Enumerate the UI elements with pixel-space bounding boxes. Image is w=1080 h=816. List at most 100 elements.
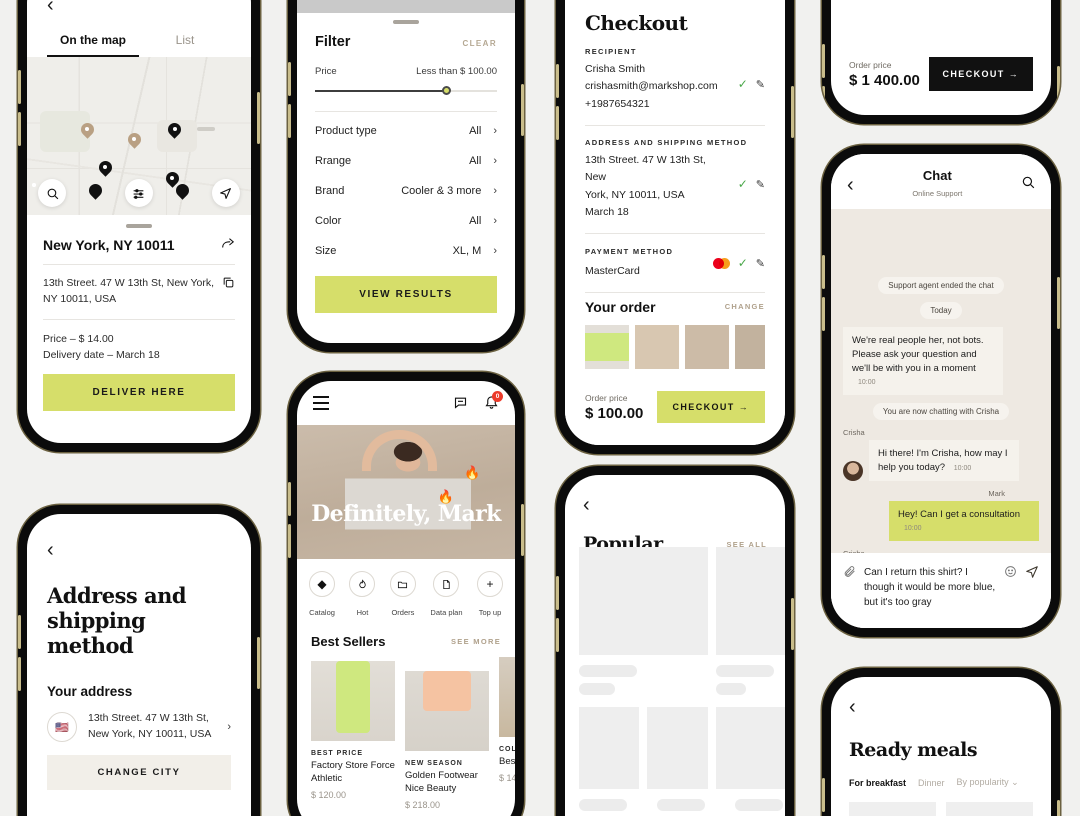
map-pin-tan[interactable] <box>78 120 97 141</box>
price-slider[interactable] <box>315 85 497 97</box>
order-thumb[interactable] <box>685 324 729 369</box>
chat-bubble-icon[interactable] <box>453 395 468 415</box>
meals-grid <box>849 802 1033 816</box>
filter-row-brand[interactable]: Brand Cooler & 3 more › <box>315 176 497 206</box>
bell-icon[interactable]: 0 <box>484 391 503 415</box>
product-card[interactable]: COLLECT Best Fas Color G $ 149.00 <box>499 657 515 810</box>
address-row[interactable]: 🇺🇸 13th Street. 47 W 13th St, New York, … <box>47 711 231 743</box>
send-plane-icon[interactable] <box>1025 565 1039 584</box>
row-value: All <box>469 125 482 137</box>
checkout-pay-bar: Order price $ 100.00 CHECKOUT → <box>565 379 785 445</box>
change-link[interactable]: CHANGE <box>725 302 765 311</box>
meal-card-placeholder[interactable] <box>946 802 1033 816</box>
filter-row-color[interactable]: Color All › <box>315 206 497 236</box>
recipient-email: crishasmith@markshop.com <box>585 80 718 93</box>
flame-sticker-icon: 🔥 <box>463 465 481 481</box>
message-text: Hi there! I'm Crisha, how may I help you… <box>878 448 1008 473</box>
order-thumbnails[interactable] <box>585 324 765 369</box>
product-carousel[interactable]: BEST PRICE Factory Store Force Athletic … <box>297 657 515 810</box>
row-label: Brand <box>315 185 345 197</box>
map-sheet: New York, NY 10011 13th Street. 47 W 13t… <box>27 215 251 412</box>
see-more-link[interactable]: SEE MORE <box>451 637 501 646</box>
tab-by-popularity[interactable]: By popularity ⌄ <box>957 777 1019 788</box>
payment-row: PAYMENT METHOD MasterCard ✓ ✎ <box>585 246 765 280</box>
tab-label: List <box>175 33 195 47</box>
copy-icon[interactable] <box>222 276 235 308</box>
quick-action-data-plan[interactable]: Data plan <box>430 571 463 620</box>
slider-knob[interactable] <box>442 86 452 95</box>
filter-row-size[interactable]: Size XL, M › <box>315 236 497 266</box>
home-screen: 0 🔥 🔥 Definitely, Mark ◆ Catalog Hot Ord… <box>297 381 515 816</box>
chevron-left-icon[interactable]: ‹ <box>847 175 854 195</box>
product-image <box>311 661 395 741</box>
checkout-button[interactable]: CHECKOUT → <box>928 57 1033 91</box>
quick-action-hot[interactable]: Hot <box>349 571 376 620</box>
chevron-left-icon[interactable]: ‹ <box>47 540 231 560</box>
chat-composer[interactable]: Can I return this shirt? I though it wou… <box>831 553 1051 628</box>
map-pin-icon[interactable] <box>31 181 192 202</box>
tab-on-the-map[interactable]: On the map <box>47 33 139 57</box>
dimmed-backdrop[interactable] <box>297 0 515 13</box>
product-price: $ 120.00 <box>311 789 347 800</box>
order-thumb[interactable] <box>735 324 765 369</box>
change-city-button[interactable]: CHANGE CITY <box>47 754 231 790</box>
meal-card-placeholder[interactable] <box>849 802 936 816</box>
address-row: 13th Street. 47 W 13th St, New York, NY … <box>585 147 765 221</box>
product-name: Best Fas Color G <box>499 756 515 767</box>
filter-row-rrange[interactable]: Rrange All › <box>315 146 497 176</box>
map-pin[interactable] <box>165 120 184 141</box>
sheet-grabber[interactable] <box>393 20 419 24</box>
deliver-here-button[interactable]: DELIVER HERE <box>43 374 235 412</box>
phone-side-button <box>791 86 794 138</box>
payment-details: PAYMENT METHOD MasterCard <box>585 246 705 280</box>
paperclip-icon[interactable] <box>843 565 856 583</box>
hamburger-menu-icon[interactable] <box>313 396 329 413</box>
chevron-left-icon[interactable]: ‹ <box>47 0 231 15</box>
edit-pencil-icon[interactable]: ✎ <box>756 257 765 270</box>
edit-pencil-icon[interactable]: ✎ <box>756 178 765 191</box>
tab-list[interactable]: List <box>139 33 231 57</box>
screens-board: ‹ On the map List New York, NY 10011 13t… <box>0 0 1080 816</box>
quick-action-catalog[interactable]: ◆ Catalog <box>309 571 335 620</box>
product-card[interactable]: NEW SEASON Golden Footwear Nice Beauty $… <box>405 657 489 810</box>
skeleton-row-2 <box>565 695 785 789</box>
tab-dinner[interactable]: Dinner <box>918 778 945 788</box>
tab-for-breakfast[interactable]: For breakfast <box>849 778 906 788</box>
skeleton-tile <box>715 547 785 655</box>
quick-action-top-up[interactable]: + Top up <box>476 571 503 620</box>
filter-rows: Product type All › Rrange All › Brand Co… <box>315 116 497 266</box>
map-pin[interactable] <box>95 158 115 179</box>
map-pin-icon[interactable] <box>31 181 105 202</box>
map-pin-tan[interactable] <box>125 130 144 151</box>
edit-pencil-icon[interactable]: ✎ <box>756 78 765 91</box>
map-canvas[interactable] <box>27 57 251 215</box>
chevron-left-icon[interactable]: ‹ <box>583 495 767 515</box>
chevron-right-icon[interactable]: › <box>227 721 231 733</box>
row-label: Color <box>315 215 342 227</box>
recipient-phone: +1987654321 <box>585 97 650 110</box>
checkout-button[interactable]: CHECKOUT → <box>656 391 765 423</box>
chat-input-field[interactable]: Can I return this shirt? I though it wou… <box>864 565 996 610</box>
search-icon[interactable] <box>1021 175 1035 194</box>
navigate-icon[interactable] <box>211 179 240 207</box>
share-arrow-icon[interactable] <box>221 236 235 253</box>
filter-sliders-icon[interactable] <box>124 179 153 207</box>
quick-action-label: Orders <box>391 608 415 617</box>
address-line-2: York, NY 10011, USA <box>585 188 685 201</box>
chevron-left-icon[interactable]: ‹ <box>849 697 1033 717</box>
smiley-icon[interactable] <box>1004 565 1017 583</box>
chevron-right-icon: › <box>493 185 497 197</box>
view-results-button[interactable]: VIEW RESULTS <box>315 276 497 313</box>
order-thumb[interactable] <box>585 324 629 369</box>
search-icon[interactable] <box>38 179 67 207</box>
filter-row-product-type[interactable]: Product type All › <box>315 116 497 146</box>
order-thumb[interactable] <box>635 324 679 369</box>
hero-banner[interactable]: 🔥 🔥 Definitely, Mark <box>297 425 515 559</box>
clear-button[interactable]: CLEAR <box>462 39 497 48</box>
chevron-right-icon: › <box>493 155 497 167</box>
message-row: Hi there! I'm Crisha, how may I help you… <box>843 440 1039 481</box>
phone-side-button <box>1057 800 1060 816</box>
message-bubble-agent: Hi there! I'm Crisha, how may I help you… <box>869 440 1019 481</box>
product-card[interactable]: BEST PRICE Factory Store Force Athletic … <box>311 657 395 810</box>
quick-action-orders[interactable]: Orders <box>389 571 416 620</box>
